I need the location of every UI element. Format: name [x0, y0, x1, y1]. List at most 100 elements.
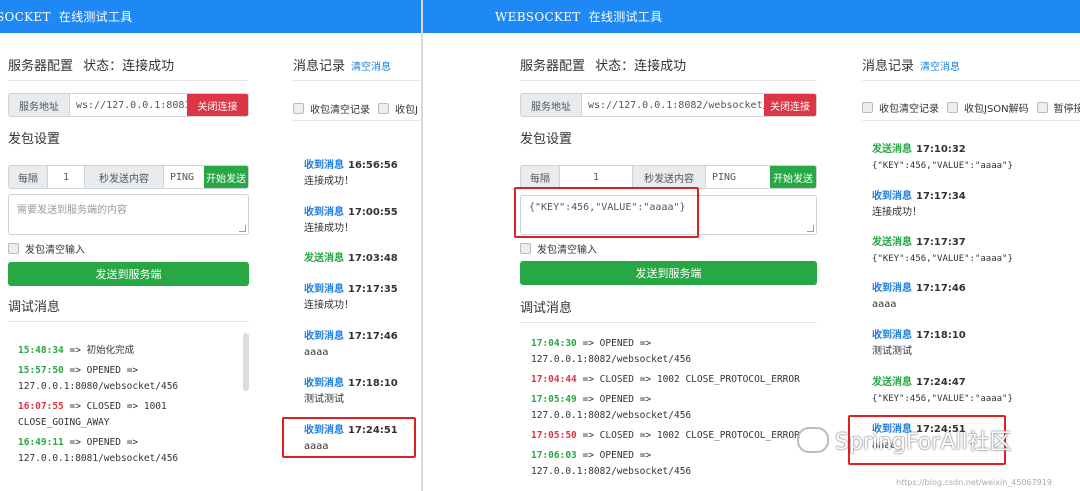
message-time: 17:00:55: [348, 207, 398, 218]
message-time: 17:18:10: [916, 330, 966, 341]
message-item: 发送消息 17:24:47 {"KEY":456,"VALUE":"aaaa"}: [872, 375, 1013, 407]
interval-input[interactable]: 1: [560, 166, 632, 188]
clear-after-send-label: 发包清空输入: [25, 245, 85, 256]
interval-input[interactable]: 1: [48, 166, 84, 188]
interval-group: 每隔 1 秒发送内容 PING 开始发送: [520, 165, 817, 189]
message-log-heading: 消息记录 清空消息: [862, 55, 960, 74]
message-body: 连接成功！: [304, 300, 354, 311]
log-cont: 127.0.0.1:8082/websocket/456: [531, 354, 692, 365]
message-item: 收到消息 17:18:10 测试测试: [872, 328, 966, 360]
interval-group: 每隔 1 秒发送内容 PING 开始发送: [8, 165, 249, 189]
server-config-title: 服务器配置: [520, 59, 586, 74]
watermark-url: https://blog.csdn.net/weixin_45067919: [896, 478, 1053, 487]
debug-scrollbar[interactable]: [243, 333, 249, 391]
log-text: => OPENED =>: [582, 338, 652, 349]
clear-after-send-checkbox[interactable]: 发包清空输入: [8, 241, 85, 256]
send-to-server-button[interactable]: 发送到服务端: [8, 262, 249, 286]
debug-title: 调试消息: [520, 301, 573, 316]
clear-messages-link[interactable]: 清空消息: [920, 62, 960, 73]
message-time: 17:17:35: [348, 284, 398, 295]
highlight-box: [282, 417, 416, 458]
brand[interactable]: WEBSOCKET 在线测试工具: [495, 8, 662, 25]
clear-after-send-checkbox[interactable]: 发包清空输入: [520, 241, 597, 256]
server-address-input[interactable]: ws://127.0.0.1:8082/websocket/4: [582, 94, 764, 116]
message-time: 17:03:48: [348, 253, 398, 264]
json-decode-checkbox[interactable]: [947, 102, 958, 113]
message-kind: 收到消息: [872, 191, 912, 202]
divider: [862, 80, 1080, 81]
close-connection-button[interactable]: 关闭连接: [764, 94, 816, 116]
server-address-input[interactable]: ws://127.0.0.1:8081/: [70, 94, 187, 116]
message-log-heading: 消息记录 清空消息: [293, 55, 391, 74]
send-content-label: 秒发送内容: [632, 166, 706, 188]
checkbox-box[interactable]: [293, 103, 304, 114]
log-cont: CLOSE_GOING_AWAY: [18, 417, 110, 428]
log-text: => OPENED =>: [582, 450, 652, 461]
brand-subtitle: 在线测试工具: [588, 10, 663, 24]
receive-options: 收包清空记录 收包JSON解码 暂停接: [862, 100, 1080, 115]
divider: [293, 120, 422, 121]
ping-input[interactable]: PING: [706, 166, 770, 188]
message-time: 17:18:10: [348, 378, 398, 389]
server-config-heading: 服务器配置 状态：连接成功: [520, 55, 686, 74]
divider: [862, 120, 1080, 121]
json-decode-checkbox[interactable]: [378, 103, 389, 114]
status-value: 连接成功: [122, 59, 175, 74]
log-time: 15:57:50: [18, 365, 64, 376]
message-body: {"KEY":456,"VALUE":"aaaa"}: [872, 394, 1013, 404]
log-time: 17:05:50: [531, 430, 577, 441]
log-cont: 127.0.0.1:8081/websocket/456: [18, 453, 179, 464]
log-cont: 127.0.0.1:8082/websocket/456: [531, 410, 692, 421]
log-time: 16:49:11: [18, 437, 64, 448]
clear-on-receive-checkbox[interactable]: [862, 102, 873, 113]
navbar: SOCKET 在线测试工具: [0, 0, 422, 33]
message-kind: 收到消息: [304, 378, 344, 389]
right-window: WEBSOCKET 在线测试工具 服务器配置 状态：连接成功 服务地址 ws://…: [423, 0, 1080, 491]
pause-receive-label: 暂停接: [1053, 104, 1080, 115]
message-body: {"KEY":456,"VALUE":"aaaa"}: [872, 254, 1013, 264]
log-text: => CLOSED => 1002 CLOSE_PROTOCOL_ERROR: [582, 374, 800, 385]
message-body: 测试测试: [872, 346, 912, 357]
message-kind: 发送消息: [872, 377, 912, 388]
log-entry: 17:05:50 => CLOSED => 1002 CLOSE_PROTOCO…: [531, 428, 816, 444]
send-to-server-button[interactable]: 发送到服务端: [520, 261, 817, 285]
resize-handle[interactable]: [239, 225, 246, 232]
server-config-heading: 服务器配置 状态：连接成功: [8, 55, 174, 74]
ping-input[interactable]: PING: [164, 166, 204, 188]
message-item: 发送消息 17:10:32 {"KEY":456,"VALUE":"aaaa"}: [872, 142, 1013, 174]
log-text: => CLOSED => 1001: [69, 401, 167, 412]
brand[interactable]: SOCKET 在线测试工具: [0, 8, 133, 25]
message-body: 连接成功！: [872, 207, 922, 218]
brand-title: WEBSOCKET: [495, 10, 581, 24]
clear-messages-link[interactable]: 清空消息: [351, 62, 391, 73]
pause-receive-checkbox[interactable]: [1036, 102, 1048, 113]
log-time: 17:04:30: [531, 338, 577, 349]
message-input[interactable]: 需要发送到服务端的内容: [8, 194, 249, 235]
log-entry: 17:04:30 => OPENED =>: [531, 336, 816, 352]
log-text: => 初始化完成: [69, 345, 135, 356]
start-sending-button[interactable]: 开始发送: [204, 166, 248, 188]
close-connection-button[interactable]: 关闭连接: [187, 94, 248, 116]
clear-on-receive-checkbox[interactable]: 收包清空记录 收包J: [293, 101, 418, 116]
message-time: 17:17:34: [916, 191, 966, 202]
divider: [520, 80, 817, 81]
log-cont: 127.0.0.1:8082/websocket/456: [531, 466, 692, 477]
clear-on-receive-label: 收包清空记录: [879, 104, 939, 115]
message-kind: 收到消息: [872, 330, 912, 341]
divider: [520, 322, 817, 323]
checkbox-box[interactable]: [8, 243, 19, 254]
start-sending-button[interactable]: 开始发送: [770, 166, 816, 188]
divider: [8, 321, 249, 322]
checkbox-box[interactable]: [520, 243, 531, 254]
log-entry: 17:05:49 => OPENED =>: [531, 392, 816, 408]
left-window: SOCKET 在线测试工具 服务器配置 状态：连接成功 服务地址 ws://127…: [0, 0, 422, 491]
resize-handle[interactable]: [807, 225, 814, 232]
log-time: 17:05:49: [531, 394, 577, 405]
log-entry: 15:57:50 => OPENED =>: [18, 363, 240, 379]
message-time: 17:10:32: [916, 144, 966, 155]
status-label: 状态：: [83, 59, 123, 74]
message-kind: 收到消息: [304, 207, 344, 218]
clear-on-receive-label: 收包清空记录: [310, 105, 370, 116]
divider: [8, 80, 249, 81]
message-time: 17:17:46: [348, 331, 398, 342]
